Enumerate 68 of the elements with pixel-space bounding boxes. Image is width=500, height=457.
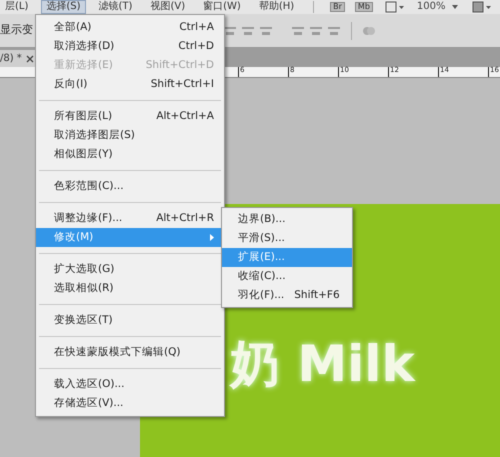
menu-item[interactable]: 色彩范围(C)...	[36, 177, 224, 196]
arrange-icon[interactable]	[472, 1, 492, 13]
zoom-level[interactable]: 100%	[416, 2, 446, 12]
canvas-text: 奶 Milk	[230, 339, 415, 389]
align-icon[interactable]	[309, 24, 323, 36]
menu-item[interactable]: 扩大选取(G)	[36, 260, 224, 279]
menu-item-label: 取消选择图层(S)	[54, 128, 135, 143]
menu-item-shortcut: Shift+Ctrl+I	[150, 76, 214, 92]
menu-item[interactable]: 载入选区(O)...	[36, 375, 224, 394]
auto-align-icon[interactable]	[362, 24, 376, 36]
menu-item[interactable]: 在快速蒙版模式下编辑(Q)	[36, 343, 224, 362]
align-icon[interactable]	[259, 24, 273, 36]
align-icon[interactable]	[223, 24, 237, 36]
submenu-item-label: 羽化(F)...	[238, 288, 284, 303]
menu-item-shortcut: Alt+Ctrl+A	[156, 108, 214, 124]
menu-bar-item[interactable]: 帮助(H)	[254, 0, 300, 14]
screen-mode-icon[interactable]	[384, 1, 405, 13]
menu-item[interactable]: 反向(I) Shift+Ctrl+I	[36, 75, 224, 94]
menu-item[interactable]: 变换选区(T)	[36, 311, 224, 330]
menu-item[interactable]: 所有图层(L) Alt+Ctrl+A	[36, 107, 224, 126]
menu-item-label: 扩大选取(G)	[54, 262, 114, 277]
menu-bar-item[interactable]: 滤镜(T)	[94, 0, 138, 14]
menu-item[interactable]: 存储选区(V)...	[36, 394, 224, 413]
menu-item-label: 所有图层(L)	[54, 108, 112, 124]
close-icon[interactable]	[26, 54, 34, 62]
menu-item-shortcut: Ctrl+D	[178, 38, 214, 54]
submenu-item-label: 收缩(C)...	[238, 268, 286, 284]
menu-bar-item[interactable]: 选择(S)	[41, 0, 86, 14]
options-label: 显示变	[0, 22, 33, 38]
menu-item-label: 取消选择(D)	[54, 38, 114, 54]
menu-item-label: 载入选区(O)...	[54, 376, 124, 392]
menu-item-label: 存储选区(V)...	[54, 396, 124, 411]
submenu-item-label: 平滑(S)...	[238, 230, 285, 246]
submenu-item[interactable]: 边界(B)...	[222, 210, 352, 229]
submenu-item-label: 扩展(E)...	[238, 250, 285, 265]
submenu-item-label: 边界(B)...	[238, 212, 286, 227]
align-icon[interactable]	[291, 24, 305, 36]
menu-item-label: 选取相似(R)	[54, 280, 114, 296]
menu-item[interactable]: 相似图层(Y)	[36, 145, 224, 164]
submenu-arrow-icon	[210, 234, 214, 241]
menu-item[interactable]: 全部(A) Ctrl+A	[36, 18, 224, 37]
menu-bar-item[interactable]: 窗口(W)	[198, 0, 246, 14]
submenu-item-shortcut: Shift+F6	[294, 288, 340, 303]
submenu-item[interactable]: 收缩(C)...	[222, 267, 352, 286]
submenu-item[interactable]: 羽化(F)... Shift+F6	[222, 286, 352, 305]
menu-item[interactable]: 调整边缘(F)... Alt+Ctrl+R	[36, 209, 224, 228]
app-badge[interactable]: Br	[330, 2, 345, 12]
menu-item[interactable]: 选取相似(R)	[36, 279, 224, 298]
menu-item-label: 全部(A)	[54, 20, 92, 35]
menu-item-label: 反向(I)	[54, 76, 88, 92]
align-icon[interactable]	[327, 24, 341, 36]
submenu-item[interactable]: 平滑(S)...	[222, 229, 352, 248]
app-badge[interactable]: Mb	[354, 2, 373, 12]
menu-bar-item[interactable]: 层(L)	[0, 0, 34, 14]
menu-item-label: 在快速蒙版模式下编辑(Q)	[54, 344, 180, 360]
menu-item-label: 色彩范围(C)...	[54, 178, 124, 194]
menu-item-label: 重新选择(E)	[54, 58, 113, 73]
menu-item[interactable]: 取消选择图层(S)	[36, 126, 224, 145]
menu-item-label: 修改(M)	[54, 230, 94, 245]
align-icon[interactable]	[241, 24, 255, 36]
menu-item-label: 相似图层(Y)	[54, 146, 113, 162]
menu-item-shortcut: Ctrl+A	[179, 20, 214, 35]
menu-item-label: 变换选区(T)	[54, 312, 113, 328]
menu-item-label: 调整边缘(F)...	[54, 210, 122, 226]
menu-item-shortcut: Alt+Ctrl+R	[156, 210, 214, 226]
dropdown-caret-icon[interactable]	[452, 4, 458, 10]
menu-item-shortcut: Shift+Ctrl+D	[146, 58, 214, 73]
menu-bar-item[interactable]: 视图(V)	[145, 0, 190, 14]
